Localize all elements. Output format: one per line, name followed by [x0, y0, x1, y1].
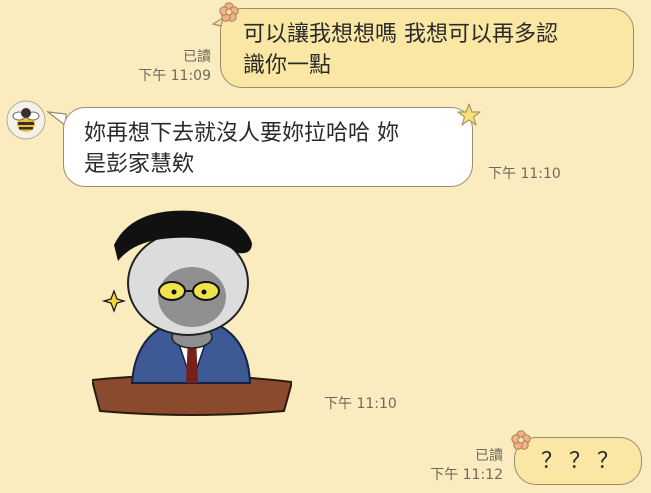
message-line: 識你一點	[243, 53, 332, 78]
message-meta: 已讀 下午 11:09	[138, 48, 211, 86]
bee-avatar[interactable]	[6, 100, 46, 140]
message-meta: 已讀 下午 11:12	[430, 447, 503, 485]
message-time: 下午 11:12	[430, 467, 503, 483]
message-time: 下午 11:09	[138, 68, 211, 84]
message-time: 下午 11:10	[324, 396, 397, 412]
message-line: 可以讓我想想嗎 我想可以再多認	[243, 22, 558, 47]
message-bubble-incoming[interactable]: 妳再想下去就沒人要妳拉哈哈 妳 是彭家慧欸	[63, 107, 473, 187]
message-line: ？？？	[541, 449, 626, 474]
message-bubble-outgoing[interactable]: 可以讓我想想嗎 我想可以再多認 識你一點	[220, 8, 634, 88]
message-time: 下午 11:10	[488, 166, 561, 182]
message-line: 是彭家慧欸	[84, 152, 195, 177]
message-line: 妳再想下去就沒人要妳拉哈哈 妳	[84, 121, 399, 146]
read-receipt: 已讀	[183, 49, 211, 65]
flower-icon	[511, 430, 531, 450]
read-receipt: 已讀	[475, 448, 503, 464]
star-icon	[457, 103, 481, 126]
businessman-sticker[interactable]	[92, 205, 292, 420]
chat-window: { "colors": { "background": "#faecbf", "…	[0, 0, 651, 493]
flower-icon	[211, 2, 239, 27]
